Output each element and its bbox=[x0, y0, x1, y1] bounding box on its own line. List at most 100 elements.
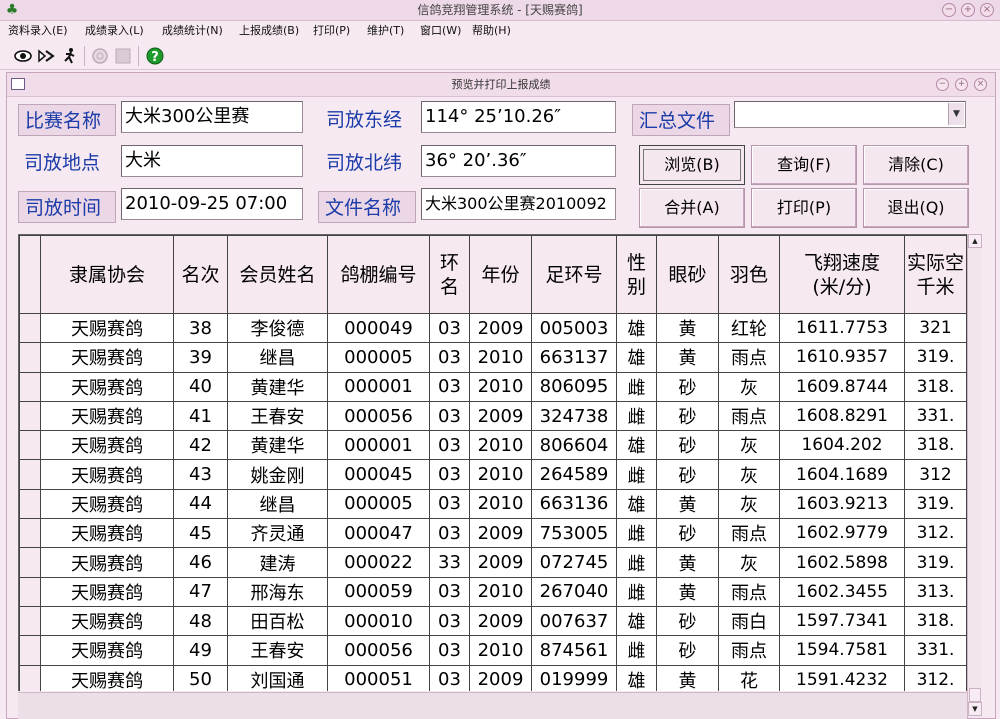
table-row[interactable]: 天赐赛鸽 46 建涛 000022 33 2009 072745 雌黄灰 1602.5898 31… bbox=[19, 547, 968, 578]
table-cell: 318. bbox=[903, 430, 968, 461]
merge-button[interactable]: 合并(A) bbox=[639, 188, 745, 228]
scroll-down-icon[interactable]: ▼ bbox=[968, 702, 982, 716]
help-icon[interactable]: ? bbox=[144, 45, 166, 67]
table-cell: 319. bbox=[903, 342, 968, 373]
row-indicator[interactable] bbox=[19, 312, 41, 344]
menu-result-stats[interactable]: 成绩统计(N) bbox=[162, 22, 223, 40]
link-icon[interactable] bbox=[35, 45, 57, 67]
release-place-field[interactable]: 大米 bbox=[121, 145, 303, 177]
release-lat-field[interactable]: 36° 20’.36″ bbox=[421, 145, 616, 177]
eye-icon[interactable] bbox=[12, 45, 34, 67]
row-indicator[interactable] bbox=[19, 430, 41, 461]
table-row[interactable]: 天赐赛鸽 49 王春安 000056 03 2010 874561 雌砂雨点 1594.7581… bbox=[19, 635, 968, 666]
table-cell: 40 bbox=[173, 371, 228, 402]
child-title: 预览并打印上报成绩 bbox=[451, 78, 551, 91]
column-header[interactable]: 环名 bbox=[429, 235, 470, 314]
row-indicator[interactable] bbox=[19, 488, 41, 520]
table-cell: 2010 bbox=[469, 371, 532, 402]
table-cell: 1608.8291 bbox=[779, 400, 905, 432]
race-name-field[interactable]: 大米300公里赛 bbox=[121, 101, 303, 133]
table-cell: 48 bbox=[173, 605, 228, 637]
exit-button[interactable]: 退出(Q) bbox=[863, 188, 969, 228]
table-row[interactable]: 天赐赛鸽 42 黄建华 000001 03 2010 806604 雄砂灰 1604.202 31… bbox=[19, 430, 968, 461]
row-indicator[interactable] bbox=[19, 635, 41, 666]
child-restore-icon[interactable]: + bbox=[955, 78, 968, 91]
column-header[interactable]: 年份 bbox=[469, 235, 532, 314]
table-cell: 03 bbox=[429, 430, 470, 461]
menu-bar: 资料录入(E) 成绩录入(L) 成绩统计(N) 上报成绩(B) 打印(P) 维护… bbox=[0, 21, 1000, 41]
table-row[interactable]: 天赐赛鸽 41 王春安 000056 03 2009 324738 雌砂雨点 1608.8291… bbox=[19, 400, 968, 432]
table-cell: 天赐赛鸽 bbox=[40, 488, 174, 520]
menu-result-entry[interactable]: 成绩录入(L) bbox=[85, 22, 144, 40]
table-cell: 天赐赛鸽 bbox=[40, 547, 174, 578]
release-lon-field[interactable]: 114° 25’10.26″ bbox=[421, 101, 616, 133]
table-cell: 雄 bbox=[616, 664, 657, 691]
table-cell: 田百松 bbox=[227, 605, 328, 637]
column-header[interactable]: 羽色 bbox=[718, 235, 780, 314]
table-cell: 03 bbox=[429, 400, 470, 432]
menu-print[interactable]: 打印(P) bbox=[313, 22, 350, 40]
row-indicator[interactable] bbox=[19, 576, 41, 607]
row-indicator[interactable] bbox=[19, 518, 41, 549]
column-header[interactable]: 眼砂 bbox=[656, 235, 719, 314]
table-cell: 000056 bbox=[327, 635, 430, 666]
table-cell: 000010 bbox=[327, 605, 430, 637]
summary-file-select[interactable]: ▼ bbox=[734, 101, 966, 128]
menu-report-results[interactable]: 上报成绩(B) bbox=[239, 22, 299, 40]
clear-button[interactable]: 清除(C) bbox=[863, 145, 969, 185]
release-time-label: 司放时间 bbox=[18, 191, 116, 223]
table-cell: 1604.1689 bbox=[779, 459, 905, 490]
close-icon[interactable]: × bbox=[980, 3, 994, 17]
row-indicator[interactable] bbox=[19, 664, 41, 691]
table-row[interactable]: 天赐赛鸽 50 刘国通 000051 03 2009 019999 雄黄花 1591.4232 3… bbox=[19, 664, 968, 691]
scroll-up-icon[interactable]: ▲ bbox=[968, 234, 982, 248]
table-row[interactable]: 天赐赛鸽 38 李俊德 000049 03 2009 005003 雄黄红轮 1611.7753… bbox=[19, 312, 968, 344]
row-indicator[interactable] bbox=[19, 371, 41, 402]
row-indicator[interactable] bbox=[19, 400, 41, 432]
column-header[interactable]: 会员姓名 bbox=[227, 235, 328, 314]
file-name-field[interactable]: 大米300公里赛2010092 bbox=[421, 188, 616, 220]
table-row[interactable]: 天赐赛鸽 43 姚金刚 000045 03 2010 264589 雌砂灰 1604.1689 3… bbox=[19, 459, 968, 490]
column-header[interactable]: 鸽棚编号 bbox=[327, 235, 430, 314]
child-minimize-icon[interactable]: − bbox=[936, 78, 949, 91]
table-row[interactable]: 天赐赛鸽 48 田百松 000010 03 2009 007637 雄砂雨白 1597.7341… bbox=[19, 605, 968, 637]
table-cell: 2009 bbox=[469, 547, 532, 578]
menu-data-entry[interactable]: 资料录入(E) bbox=[8, 22, 68, 40]
menu-window[interactable]: 窗口(W) bbox=[420, 22, 461, 40]
browse-button[interactable]: 浏览(B) bbox=[639, 145, 745, 185]
row-indicator[interactable] bbox=[19, 459, 41, 490]
table-cell: 319. bbox=[903, 547, 968, 578]
row-indicator[interactable] bbox=[19, 547, 41, 578]
release-time-field[interactable]: 2010-09-25 07:00 bbox=[121, 188, 303, 220]
table-cell: 灰 bbox=[718, 488, 780, 520]
column-header[interactable]: 性别 bbox=[616, 235, 657, 314]
table-row[interactable]: 天赐赛鸽 40 黄建华 000001 03 2010 806095 雌砂灰 1609.8744 3… bbox=[19, 371, 968, 402]
menu-help[interactable]: 帮助(H) bbox=[472, 22, 511, 40]
results-grid[interactable]: 隶属协会 名次 会员姓名 鸽棚编号环名年份 足环号性别眼砂 羽色 飞翔速度 (米/分) 实际空千… bbox=[18, 234, 968, 691]
print-button[interactable]: 打印(P) bbox=[751, 188, 857, 228]
scroll-thumb[interactable] bbox=[969, 688, 981, 702]
minimize-icon[interactable]: − bbox=[942, 3, 956, 17]
table-row[interactable]: 天赐赛鸽 47 邢海东 000059 03 2010 267040 雌黄雨点 1602.3455… bbox=[19, 576, 968, 607]
table-cell: 雌 bbox=[616, 371, 657, 402]
table-cell: 黄 bbox=[656, 664, 719, 691]
column-header[interactable]: 隶属协会 bbox=[40, 235, 174, 314]
run-icon[interactable] bbox=[58, 45, 80, 67]
menu-maintenance[interactable]: 维护(T) bbox=[367, 22, 404, 40]
column-header[interactable]: 实际空 千米 bbox=[903, 235, 968, 314]
table-row[interactable]: 天赐赛鸽 39 继昌 000005 03 2010 663137 雄黄雨点 1610.9357 3… bbox=[19, 342, 968, 373]
table-cell: 1602.3455 bbox=[779, 576, 905, 607]
column-header[interactable]: 名次 bbox=[173, 235, 228, 314]
vertical-scrollbar[interactable]: ▲ ▼ bbox=[967, 234, 982, 718]
child-close-icon[interactable]: × bbox=[974, 78, 987, 91]
row-indicator[interactable] bbox=[19, 342, 41, 373]
column-header[interactable]: 飞翔速度 (米/分) bbox=[779, 235, 905, 314]
row-indicator[interactable] bbox=[19, 605, 41, 637]
table-row[interactable]: 天赐赛鸽 45 齐灵通 000047 03 2009 753005 雌砂雨点 1602.9779… bbox=[19, 518, 968, 549]
table-cell: 雌 bbox=[616, 635, 657, 666]
column-header[interactable]: 足环号 bbox=[531, 235, 617, 314]
table-row[interactable]: 天赐赛鸽 44 继昌 000005 03 2010 663136 雄黄灰 1603.9213 31… bbox=[19, 488, 968, 520]
query-button[interactable]: 查询(F) bbox=[751, 145, 857, 185]
restore-icon[interactable]: + bbox=[961, 3, 975, 17]
dropdown-arrow-icon[interactable]: ▼ bbox=[948, 103, 964, 125]
